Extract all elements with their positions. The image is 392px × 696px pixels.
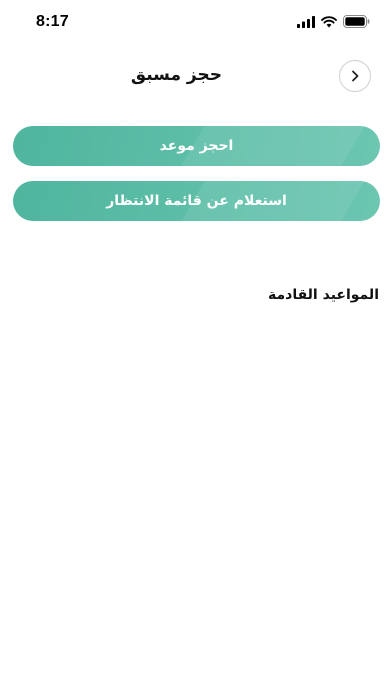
- waitlist-inquiry-button[interactable]: استعلام عن قائمة الانتظار: [13, 181, 380, 221]
- wifi-icon: [321, 15, 337, 28]
- upcoming-appointments-list: [13, 320, 380, 660]
- upcoming-appointments-title: المواعيد القادمة: [268, 287, 379, 303]
- signal-icon: [297, 15, 315, 28]
- status-time: 8:17: [36, 13, 69, 30]
- back-button[interactable]: [339, 60, 371, 92]
- header: حجز مسبق: [0, 52, 392, 102]
- page-title: حجز مسبق: [130, 65, 222, 85]
- status-icons: [297, 15, 370, 28]
- book-appointment-button[interactable]: احجز موعد: [13, 126, 380, 166]
- waitlist-inquiry-label: استعلام عن قائمة الانتظار: [106, 193, 287, 209]
- battery-icon: [343, 15, 370, 28]
- status-bar: 8:17: [0, 0, 392, 44]
- chevron-right-icon: [349, 67, 361, 86]
- book-appointment-label: احجز موعد: [159, 138, 234, 154]
